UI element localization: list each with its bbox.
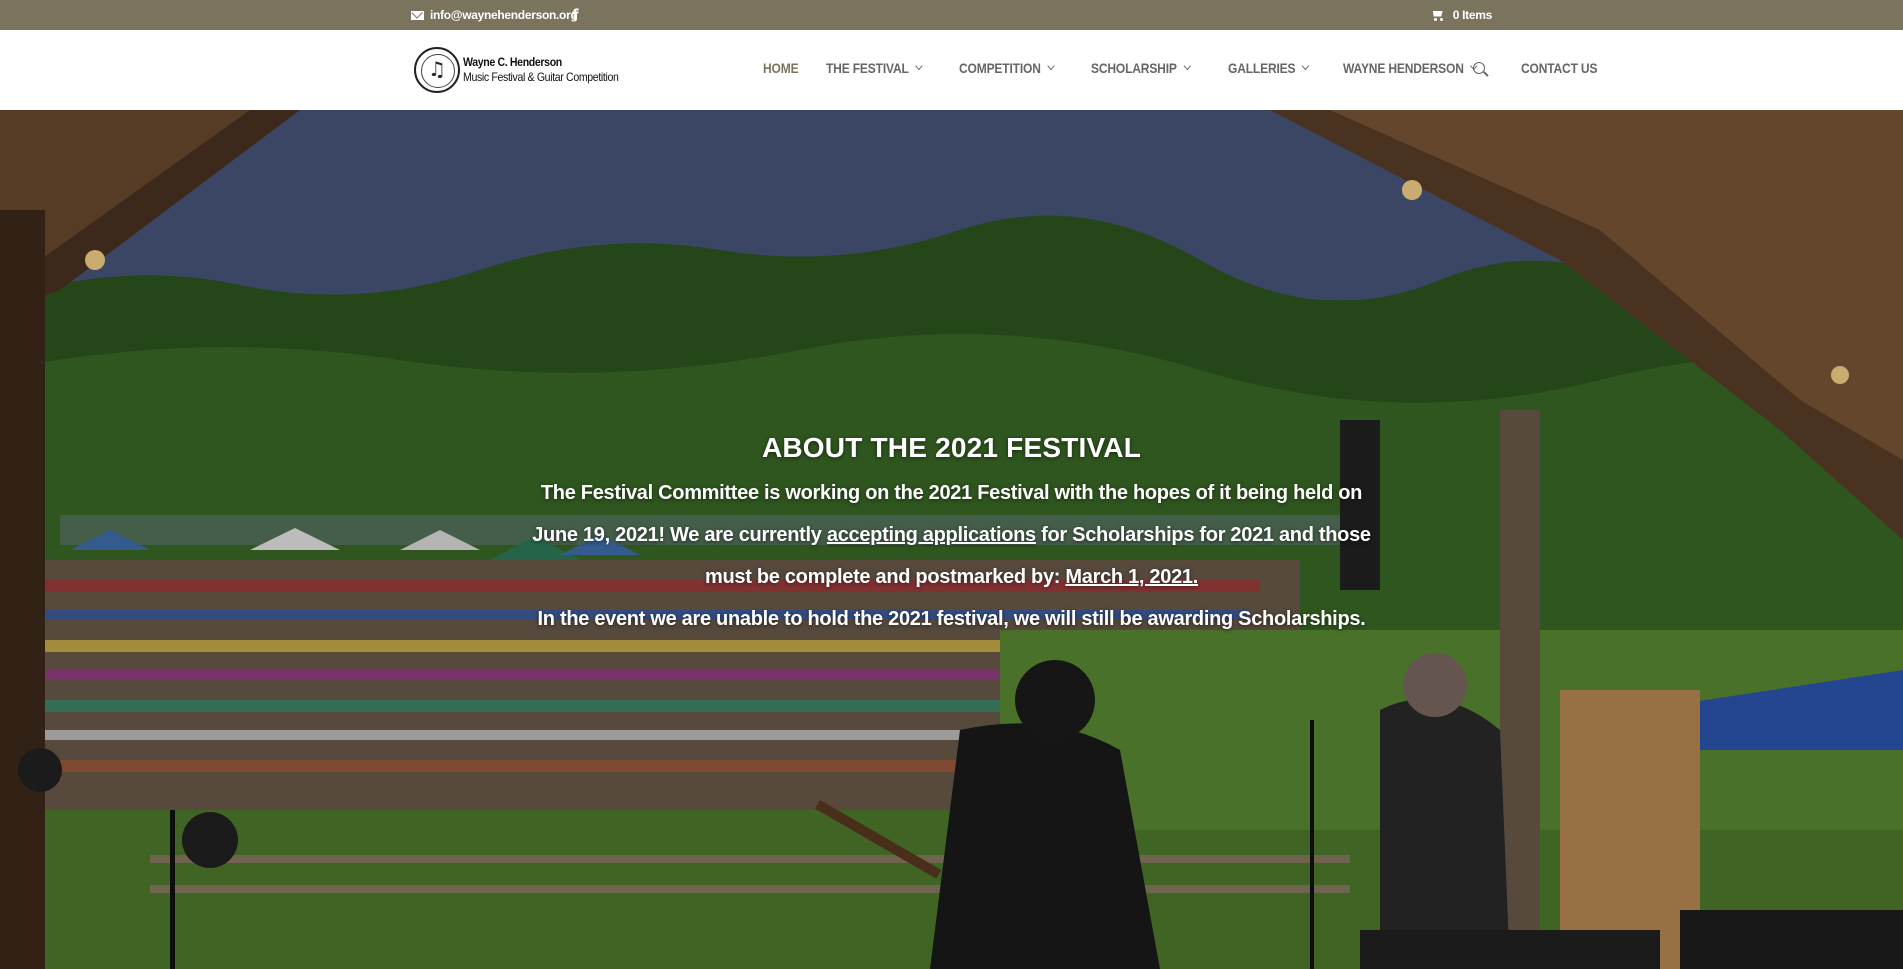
site-logo[interactable]: Wayne C. Henderson Music Festival & Guit… — [414, 47, 640, 93]
chevron-down-icon — [1302, 61, 1310, 71]
nav-home[interactable]: HOME — [763, 60, 799, 76]
nav-competition-label[interactable]: COMPETITION — [959, 60, 1041, 76]
deadline-link[interactable]: March 1, 2021. — [1065, 566, 1198, 588]
nav-the-festival[interactable]: THE FESTIVAL — [826, 60, 923, 76]
mail-icon — [411, 10, 424, 20]
logo-line-2: Music Festival & Guitar Competition — [463, 70, 619, 84]
hero-title: ABOUT THE 2021 FESTIVAL — [761, 432, 1142, 463]
hero-content: ABOUT THE 2021 FESTIVAL The Festival Com… — [0, 432, 1903, 640]
nav-scholarship[interactable]: SCHOLARSHIP — [1091, 60, 1192, 76]
email-text[interactable]: info@waynehenderson.org — [430, 8, 578, 22]
chevron-down-icon — [1183, 61, 1192, 71]
nav-contact-us-label[interactable]: CONTACT US — [1521, 60, 1597, 76]
nav-galleries-label[interactable]: GALLERIES — [1228, 60, 1296, 76]
hero-paragraph-1: The Festival Committee is working on the… — [522, 472, 1382, 598]
top-bar: info@waynehenderson.org f 0 Items — [0, 0, 1903, 30]
hero-section: ABOUT THE 2021 FESTIVAL The Festival Com… — [0, 110, 1903, 969]
logo-text: Wayne C. Henderson Music Festival & Guit… — [463, 55, 640, 85]
nav-galleries[interactable]: GALLERIES — [1228, 60, 1310, 76]
chevron-down-icon — [1047, 61, 1056, 71]
nav-home-label[interactable]: HOME — [763, 60, 799, 76]
accepting-applications-link[interactable]: accepting applications — [827, 524, 1036, 546]
nav-wayne-henderson[interactable]: WAYNE HENDERSON — [1343, 60, 1479, 76]
logo-emblem-icon — [414, 47, 460, 93]
logo-line-1: Wayne C. Henderson — [463, 55, 562, 69]
nav-the-festival-label[interactable]: THE FESTIVAL — [826, 60, 909, 76]
nav-contact-us[interactable]: CONTACT US — [1521, 60, 1597, 76]
site-header: Wayne C. Henderson Music Festival & Guit… — [0, 30, 1903, 110]
hero-paragraph-2: In the event we are unable to hold the 2… — [537, 608, 1366, 630]
main-nav: HOME THE FESTIVAL COMPETITION SCHOLARSHI… — [763, 60, 1632, 76]
search-icon[interactable] — [1473, 62, 1485, 74]
chevron-down-icon — [915, 61, 923, 71]
nav-competition[interactable]: COMPETITION — [959, 60, 1056, 76]
nav-wayne-henderson-label[interactable]: WAYNE HENDERSON — [1343, 60, 1464, 76]
cart-count[interactable]: 0 Items — [1453, 8, 1493, 22]
nav-scholarship-label[interactable]: SCHOLARSHIP — [1091, 60, 1177, 76]
cart-link[interactable]: 0 Items — [1431, 8, 1492, 22]
cart-icon — [1431, 10, 1445, 21]
email-link[interactable]: info@waynehenderson.org — [411, 8, 578, 22]
facebook-icon[interactable]: f — [572, 6, 579, 24]
